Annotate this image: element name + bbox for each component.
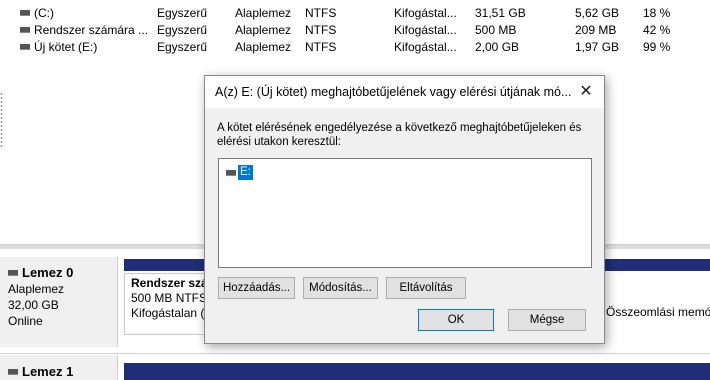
volume-free: 5,62 GB <box>575 6 620 20</box>
volume-capacity: 31,51 GB <box>475 6 526 20</box>
volume-capacity: 500 MB <box>475 23 517 37</box>
close-icon[interactable]: ✕ <box>576 82 596 102</box>
volume-status: Kifogástal... <box>394 40 457 54</box>
volume-status: Kifogástal... <box>394 6 457 20</box>
drive-icon <box>20 9 30 16</box>
volume-pct: 99 % <box>643 40 671 54</box>
volume-row[interactable]: Új kötet (E:) Egyszerű Alaplemez NTFS Ki… <box>0 39 710 55</box>
change-drive-letter-dialog: A(z) E: (Új kötet) meghajtóbetűjelének v… <box>204 75 605 344</box>
disk-icon <box>8 368 18 375</box>
disk-0-title: Lemez 0 <box>8 265 117 281</box>
change-button[interactable]: Módosítás... <box>303 277 378 299</box>
drive-icon <box>226 169 236 176</box>
disk-icon <box>8 269 18 276</box>
volume-free: 209 MB <box>575 23 617 37</box>
dialog-description: A kötet elérésének engedélyezése a követ… <box>217 122 582 148</box>
partition-size: 500 MB NTFS <box>131 291 208 305</box>
volume-pct: 42 % <box>643 23 671 37</box>
divider <box>0 353 710 354</box>
partition-c[interactable]: Összeomlási memó <box>600 273 710 335</box>
drive-icon <box>20 43 30 50</box>
disk-0-info[interactable]: Lemez 0 Alaplemez 32,00 GB Online <box>0 257 118 347</box>
volume-type: Alaplemez <box>235 23 292 37</box>
volume-layout: Egyszerű <box>157 23 208 37</box>
list-item[interactable]: E: <box>226 165 253 180</box>
disk-1-title: Lemez 1 <box>8 364 117 380</box>
remove-button[interactable]: Eltávolítás <box>386 277 466 299</box>
volume-type: Alaplemez <box>235 6 292 20</box>
partition-system-reserved[interactable]: Rendszer szá 500 MB NTFS Kifogástalan ( <box>124 273 208 335</box>
volume-layout: Egyszerű <box>157 6 208 20</box>
ok-button[interactable]: OK <box>418 309 494 331</box>
volume-free: 1,97 GB <box>575 40 620 54</box>
volume-fs: NTFS <box>305 40 337 54</box>
disk-1-info[interactable]: Lemez 1 <box>0 355 118 380</box>
volume-status: Kifogástal... <box>394 23 457 37</box>
cancel-button[interactable]: Mégse <box>508 309 586 331</box>
volume-name: Rendszer számára ... <box>20 22 148 38</box>
dialog-title: A(z) E: (Új kötet) meghajtóbetűjelének v… <box>215 85 572 99</box>
disk-0-state: Online <box>8 314 43 328</box>
volume-name: (C:) <box>20 5 54 21</box>
disk-0-size: 32,00 GB <box>8 298 59 312</box>
disk-0-kind: Alaplemez <box>8 282 65 296</box>
volume-fs: NTFS <box>305 23 337 37</box>
volume-capacity: 2,00 GB <box>475 40 520 54</box>
disk-1-bar <box>124 363 710 380</box>
partition-status: Kifogástalan ( <box>131 306 205 320</box>
list-item-label: E: <box>238 165 253 180</box>
drive-icon <box>20 26 30 33</box>
volume-type: Alaplemez <box>235 40 292 54</box>
partition-title: Rendszer szá <box>131 276 208 290</box>
volume-fs: NTFS <box>305 6 337 20</box>
volume-row[interactable]: Rendszer számára ... Egyszerű Alaplemez … <box>0 22 710 38</box>
add-button[interactable]: Hozzáadás... <box>218 277 295 299</box>
volume-name: Új kötet (E:) <box>20 39 97 55</box>
volume-row[interactable]: (C:) Egyszerű Alaplemez NTFS Kifogástal.… <box>0 5 710 21</box>
partition-status: Összeomlási memó <box>606 305 710 319</box>
volume-layout: Egyszerű <box>157 40 208 54</box>
volume-pct: 18 % <box>643 6 671 20</box>
drive-letter-list[interactable]: E: <box>218 158 592 268</box>
resize-grip[interactable] <box>0 92 3 148</box>
dialog-titlebar[interactable]: A(z) E: (Új kötet) meghajtóbetűjelének v… <box>205 76 604 108</box>
